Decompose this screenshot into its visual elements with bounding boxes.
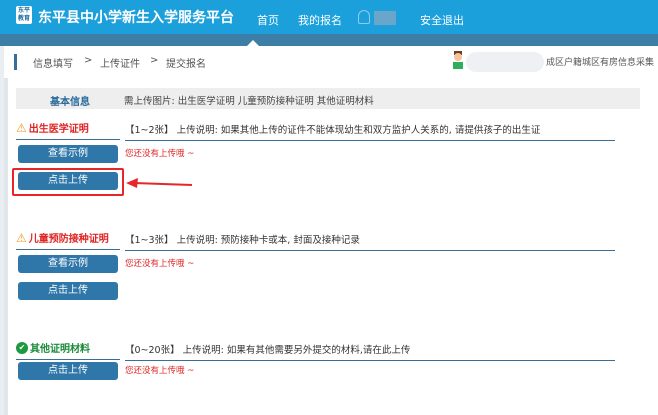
crumb-sep: > (84, 55, 93, 66)
avatar-icon (453, 51, 463, 69)
breadcrumb-marker (14, 54, 17, 70)
section-title-vaccination: ⚠ 儿童预防接种证明 (16, 230, 120, 250)
view-example-button[interactable]: 查看示例 (18, 145, 118, 163)
empty-upload-text: 您还没有上传哦 ~ (125, 366, 195, 376)
section-desc: 【1~3张】 上传说明: 预防接种卡或本, 封面及接种记录 (125, 232, 615, 251)
section-title-other: ✔ 其他证明材料 (16, 340, 120, 360)
crumb-fill-info[interactable]: 信息填写 (33, 55, 73, 70)
top-bar: 东平 教育 东平县中小学新生入学服务平台 首页 我的报名 安全退出 (0, 0, 658, 34)
warning-icon: ⚠ (16, 120, 27, 135)
highlight-box (12, 168, 124, 196)
student-name-blurred (466, 52, 544, 72)
crumb-upload[interactable]: 上传证件 (100, 55, 140, 70)
nav-strip (0, 34, 658, 46)
section-desc: 【1~2张】 上传说明: 如果其他上传的证件不能体现幼生和双方监护人关系的, 请… (125, 122, 615, 141)
section-title-text: 其他证明材料 (30, 344, 90, 355)
section-title-text: 儿童预防接种证明 (28, 234, 109, 245)
section-desc: 【0~20张】 上传说明: 如果有其他需要另外提交的材料,请在此上传 (125, 342, 615, 361)
collection-type: 成区户籍城区有房信息采集 (546, 58, 655, 68)
crumb-sep: > (150, 55, 159, 66)
section-title-text: 出生医学证明 (28, 124, 89, 135)
basic-info-label: 基本信息 (50, 97, 90, 108)
upload-button[interactable]: 点击上传 (18, 362, 118, 380)
empty-upload-text: 您还没有上传哦 ~ (125, 259, 195, 269)
logo: 东平 教育 (16, 6, 32, 24)
view-example-button[interactable]: 查看示例 (18, 255, 118, 273)
upload-button[interactable]: 点击上传 (18, 282, 118, 300)
app-title: 东平县中小学新生入学服务平台 (38, 10, 234, 26)
required-images: 需上传图片: 出生医学证明 儿童预防接种证明 其他证明材料 (124, 96, 374, 107)
arrow-annotation (126, 178, 193, 188)
active-nav-caret (246, 40, 260, 47)
breadcrumb: 信息填写 > 上传证件 > 提交报名 成区户籍城区有房信息采集 (4, 46, 658, 78)
warning-icon: ⚠ (16, 230, 27, 245)
empty-upload-text: 您还没有上传哦 ~ (125, 149, 195, 159)
user-name-blurred (374, 11, 396, 25)
nav-home[interactable]: 首页 (257, 12, 279, 28)
basic-info-row: 基本信息 需上传图片: 出生医学证明 儿童预防接种证明 其他证明材料 (16, 88, 640, 109)
crumb-submit[interactable]: 提交报名 (166, 55, 206, 70)
section-title-birth-cert: ⚠ 出生医学证明 (16, 120, 120, 140)
nav-logout[interactable]: 安全退出 (420, 12, 464, 28)
check-circle-icon: ✔ (16, 341, 28, 354)
user-icon (358, 10, 370, 24)
nav-my-registration[interactable]: 我的报名 (298, 12, 342, 28)
